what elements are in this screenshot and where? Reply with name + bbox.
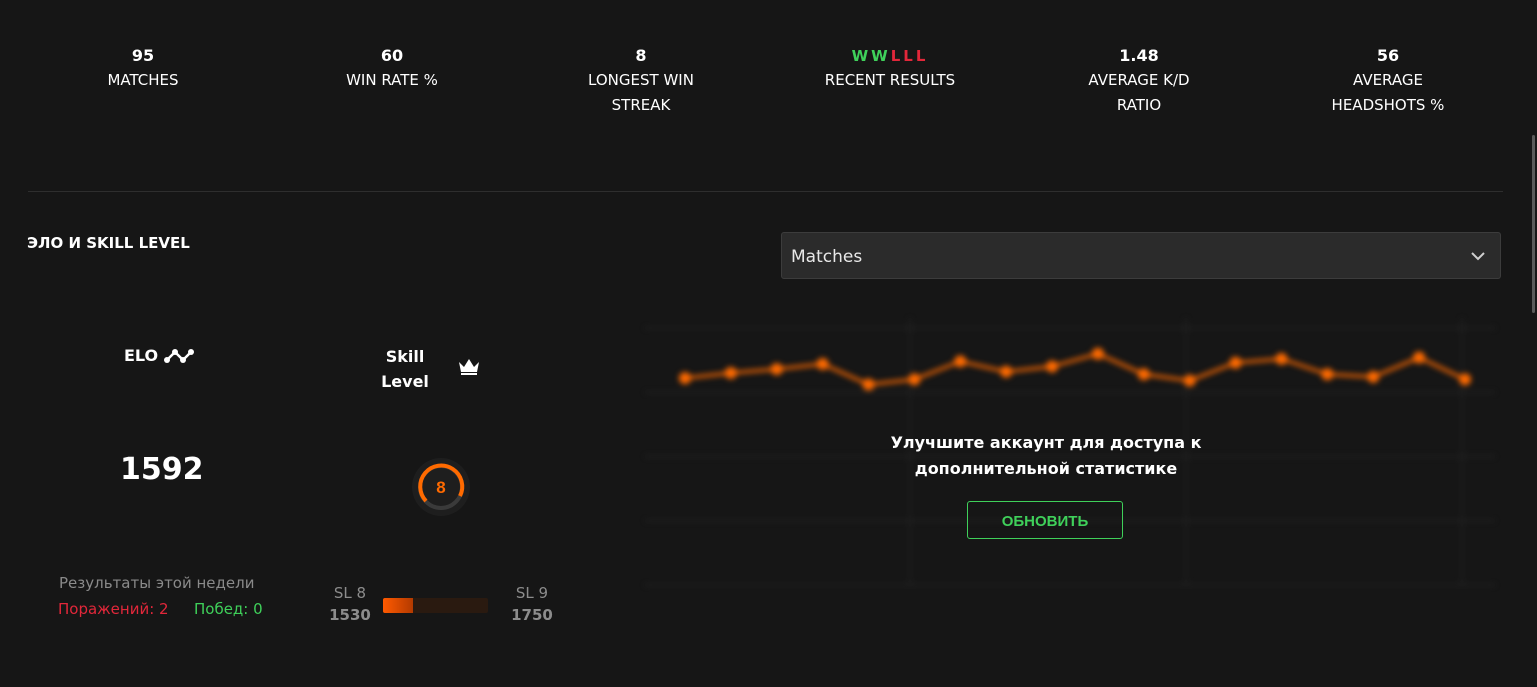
to-elo: 1750 — [511, 606, 553, 624]
upgrade-button[interactable]: ОБНОВИТЬ — [967, 501, 1123, 539]
skill-level-value: 8 — [436, 478, 445, 497]
elo-label: ELO — [124, 346, 159, 365]
stat-kd-ratio: 1.48 AVERAGE K/D RATIO — [1029, 46, 1249, 118]
chart-point — [954, 355, 967, 368]
stat-label: AVERAGE K/D RATIO — [1088, 71, 1190, 114]
chart-point — [770, 363, 783, 376]
stat-value: 1.48 — [1119, 46, 1159, 65]
level-progress-fill — [383, 598, 414, 613]
upgrade-message: Улучшите аккаунт для доступа к дополните… — [890, 433, 1202, 478]
chart-metric-select[interactable]: Matches — [781, 232, 1501, 279]
stat-win-rate: 60 WIN RATE % — [282, 46, 502, 93]
chart-point — [1413, 351, 1426, 364]
chart-point — [908, 373, 921, 386]
chart-point — [862, 378, 875, 391]
to-level: SL 9 — [515, 584, 549, 602]
week-results-title: Результаты этой недели — [59, 574, 255, 592]
chart-point — [1275, 352, 1288, 365]
chart-point — [1367, 370, 1380, 383]
select-value: Matches — [791, 247, 863, 267]
stat-value: 8 — [635, 46, 647, 65]
chart-point — [1321, 368, 1334, 381]
stat-label: RECENT RESULTS — [824, 71, 956, 89]
elo-trend-icon — [164, 348, 195, 363]
skill-level-label: Skill Level — [381, 347, 429, 391]
section-title: ЭЛО И SKILL LEVEL — [27, 234, 190, 252]
result-loss: L — [890, 47, 904, 65]
chart-point — [1229, 356, 1242, 369]
stat-label: LONGEST WIN STREAK — [588, 71, 694, 114]
recent-results-list: WWLLL — [780, 46, 1000, 66]
level-progress-bar — [383, 598, 488, 613]
stat-label: AVERAGE HEADSHOTS % — [1331, 71, 1445, 114]
chart-point — [1137, 368, 1150, 381]
chart-point — [724, 366, 737, 379]
result-loss: L — [915, 47, 929, 65]
crown-icon — [459, 359, 479, 375]
stat-value: 95 — [131, 46, 155, 65]
stat-recent-results: WWLLL RECENT RESULTS — [780, 46, 1000, 93]
result-win: W — [851, 47, 872, 65]
scrollbar-thumb[interactable] — [1532, 135, 1535, 313]
chart-point — [1046, 360, 1059, 373]
chart-point — [1459, 373, 1471, 386]
result-loss: L — [903, 47, 916, 65]
elo-header: ELO — [124, 346, 195, 365]
progress-to: SL 9 1750 — [507, 584, 557, 624]
week-wins: Побед: 0 — [194, 600, 263, 618]
stat-value: 60 — [380, 46, 404, 65]
progress-from: SL 8 1530 — [325, 584, 375, 624]
chart-point — [1091, 347, 1104, 360]
chart-point — [679, 372, 691, 385]
elo-value: 1592 — [120, 452, 204, 487]
from-elo: 1530 — [329, 606, 371, 624]
stat-headshots: 56 AVERAGE HEADSHOTS % — [1278, 46, 1498, 118]
chart-point — [816, 357, 829, 370]
chart-series-line — [684, 352, 1466, 387]
stat-label: MATCHES — [107, 71, 179, 89]
week-losses: Поражений: 2 — [58, 600, 169, 618]
result-win: W — [871, 47, 891, 65]
from-level: SL 8 — [333, 584, 367, 602]
chart-point — [1000, 365, 1013, 378]
chevron-down-icon — [1471, 252, 1485, 261]
skill-level-gauge: 8 — [410, 456, 472, 522]
stat-value: 56 — [1376, 46, 1400, 65]
stat-label: WIN RATE % — [346, 71, 438, 89]
stat-longest-win-streak: 8 LONGEST WIN STREAK — [531, 46, 751, 118]
chart-point — [1183, 374, 1196, 387]
divider — [28, 191, 1503, 192]
stat-matches: 95 MATCHES — [33, 46, 253, 93]
